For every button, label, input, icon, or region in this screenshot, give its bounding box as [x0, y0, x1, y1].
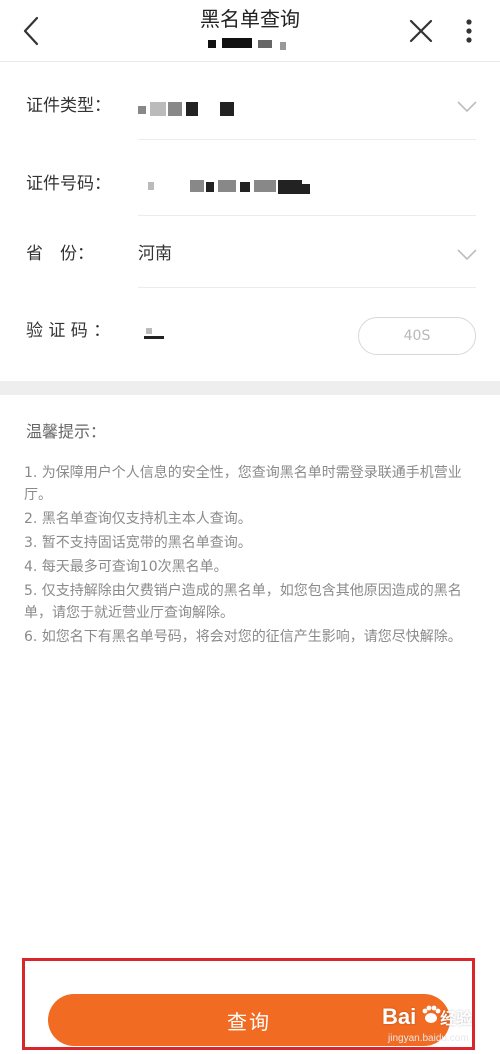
top-bar: 黑名单查询 [0, 0, 500, 62]
section-separator [0, 381, 500, 395]
tip-item: 6. 如您名下有黑名单号码，将会对您的征信产生影响，请您尽快解除。 [24, 629, 462, 645]
tip-item: 1. 为保障用户个人信息的安全性，您查询黑名单时需登录联通手机营业厅。 [24, 465, 462, 503]
query-form: 证件类型： 证件号码： 省 份： 河南 验 证 码 ： 40S [0, 62, 500, 380]
captcha-input[interactable] [138, 322, 338, 346]
tip-item: 4. 每天最多可查询10次黑名单。 [24, 559, 228, 575]
id-type-row[interactable]: 证件类型： [0, 62, 500, 140]
watermark-site: jingyan.baidu.com [388, 1033, 469, 1044]
close-button[interactable] [404, 14, 438, 48]
captcha-row: 验 证 码 ： 40S [0, 288, 500, 380]
title-area: 黑名单查询 [150, 4, 350, 58]
redacted-subtitle [208, 36, 300, 52]
tip-item: 2. 黑名单查询仅支持机主本人查询。 [24, 511, 252, 527]
province-row[interactable]: 省 份： 河南 [0, 216, 500, 288]
chevron-left-icon [23, 16, 39, 46]
tip-item: 3. 暂不支持固话宽带的黑名单查询。 [24, 535, 252, 551]
chevron-down-icon[interactable] [456, 248, 478, 262]
more-vertical-icon [466, 19, 472, 43]
id-number-label: 证件号码： [26, 174, 111, 194]
province-label: 省 份： [26, 244, 94, 264]
close-icon [409, 19, 433, 43]
more-button[interactable] [456, 14, 482, 48]
id-type-label: 证件类型： [26, 96, 111, 116]
baidu-jingyan-watermark: Bai 经验 jingyan.baidu.com [380, 1002, 498, 1052]
back-button[interactable] [14, 14, 48, 48]
paw-icon [422, 1005, 441, 1023]
id-number-row[interactable]: 证件号码： [0, 140, 500, 216]
captcha-label: 验 证 码 ： [26, 321, 111, 341]
chevron-down-icon[interactable] [456, 100, 478, 114]
tip-item: 5. 仅支持解除由欠费销户造成的黑名单，如您包含其他原因造成的黑名单，请您于就近… [24, 583, 462, 621]
province-value[interactable]: 河南 [138, 242, 172, 266]
blacklist-query-page: 黑名单查询 证件类型： 证件号码： 省 份： 河南 验 证 码 ： 40S 温馨… [0, 0, 500, 1054]
tips-title: 温馨提示： [26, 422, 107, 441]
page-title: 黑名单查询 [200, 7, 300, 31]
send-code-button[interactable]: 40S [358, 317, 476, 355]
tips-list: 1. 为保障用户个人信息的安全性，您查询黑名单时需登录联通手机营业厅。 2. 黑… [24, 462, 480, 650]
